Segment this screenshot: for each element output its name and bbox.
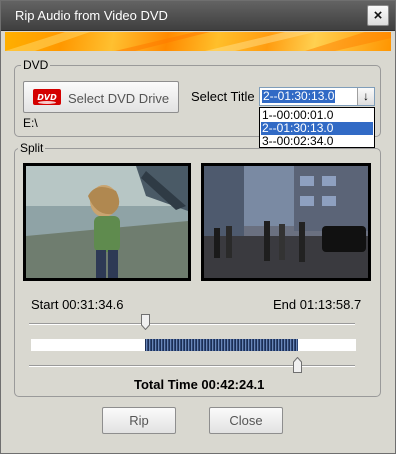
timeline-bar: [31, 339, 356, 351]
select-dvd-drive-button[interactable]: DVD Select DVD Drive: [23, 81, 179, 113]
dvd-logo-icon: DVD: [33, 89, 61, 105]
drive-path: E:\: [23, 116, 38, 130]
total-time-label: Total Time 00:42:24.1: [134, 377, 265, 392]
end-time-label: End 01:13:58.7: [273, 297, 362, 312]
close-button[interactable]: Close: [209, 407, 283, 434]
select-dvd-drive-label: Select DVD Drive: [68, 91, 170, 106]
end-frame-preview: [201, 163, 371, 281]
start-frame-preview: [23, 163, 191, 281]
end-slider-thumb[interactable]: [292, 357, 302, 373]
dvd-group-legend: DVD: [21, 58, 51, 72]
split-group-legend: Split: [18, 141, 46, 155]
start-slider-thumb[interactable]: [140, 314, 150, 330]
start-frame-image: [26, 166, 188, 278]
end-frame-image: [204, 166, 368, 278]
dropdown-arrow-icon[interactable]: ↓: [357, 88, 374, 105]
title-dropdown-list: 1--00:00:01.0 2--01:30:13.0 3--00:02:34.…: [259, 107, 375, 148]
rip-button[interactable]: Rip: [102, 407, 176, 434]
end-slider-track: [29, 365, 355, 367]
start-slider-track: [29, 323, 355, 325]
svg-text:DVD: DVD: [37, 93, 57, 102]
title-bar: Rip Audio from Video DVD ×: [1, 1, 395, 31]
decorative-banner: [5, 32, 391, 51]
close-window-button[interactable]: ×: [367, 5, 389, 26]
selected-range: [145, 339, 298, 351]
title-combobox-value: 2--01:30:13.0: [262, 89, 336, 103]
title-option[interactable]: 3--00:02:34.0: [261, 135, 373, 148]
start-time-label: Start 00:31:34.6: [31, 297, 124, 312]
window-title: Rip Audio from Video DVD: [15, 8, 168, 23]
title-combobox[interactable]: 2--01:30:13.0 ↓: [259, 87, 375, 106]
select-title-label: Select Title: [191, 89, 255, 104]
banner-swoosh-graphic: [5, 32, 391, 51]
rip-audio-dialog: Rip Audio from Video DVD × DVD DVD Selec…: [0, 0, 396, 454]
